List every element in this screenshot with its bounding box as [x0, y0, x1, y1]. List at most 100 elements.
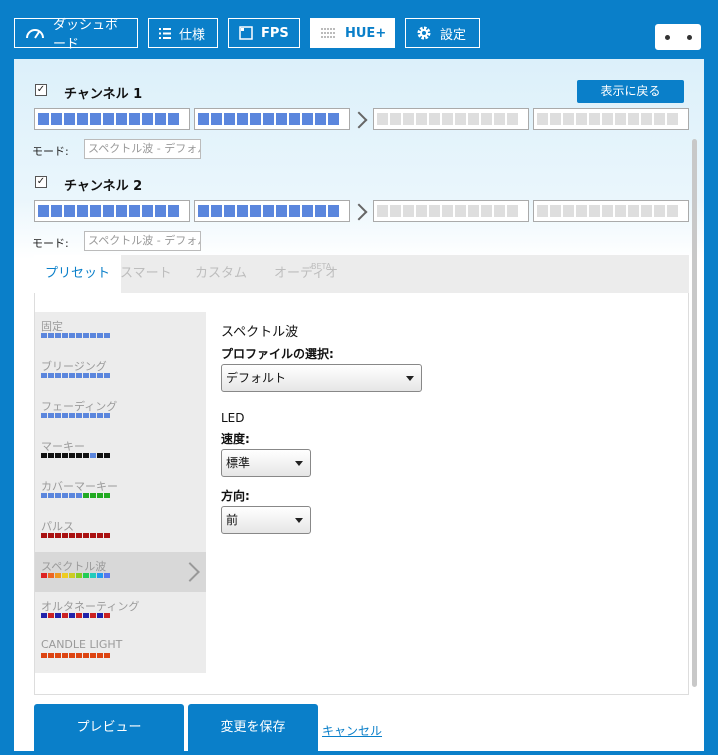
- color-swatch: [48, 653, 54, 658]
- color-swatch: [83, 333, 89, 338]
- channel-2-led-group-2[interactable]: [194, 200, 350, 222]
- preset-item[interactable]: カバーマーキー: [35, 472, 206, 512]
- direction-select-value: 前: [226, 513, 239, 527]
- channel-2-led-group-4[interactable]: [533, 200, 689, 222]
- channel-1-led-group-2[interactable]: [194, 108, 350, 130]
- color-swatch: [62, 613, 68, 618]
- color-swatch: [69, 453, 75, 458]
- color-swatch: [69, 653, 75, 658]
- channel-1-name: チャンネル 1: [64, 87, 143, 102]
- profile-select[interactable]: デフォルト: [221, 364, 422, 392]
- preset-label: 固定: [41, 320, 63, 333]
- color-swatch: [104, 453, 110, 458]
- speed-select-value: 標準: [226, 456, 251, 470]
- cancel-link[interactable]: キャンセル: [322, 722, 382, 739]
- channel-1-led-group-4[interactable]: [533, 108, 689, 130]
- preset-label: スペクトル波: [41, 560, 107, 573]
- color-swatch: [76, 453, 82, 458]
- channel-2-checkbox[interactable]: ✓: [35, 176, 47, 188]
- color-swatch: [62, 653, 68, 658]
- tab-smart[interactable]: スマート: [120, 255, 172, 293]
- preset-item[interactable]: オルタネーティング: [35, 592, 206, 632]
- color-swatch: [48, 573, 54, 578]
- color-swatch: [83, 533, 89, 538]
- tab-hue-label: HUE+: [345, 25, 387, 41]
- tab-fps[interactable]: FPS: [228, 18, 300, 48]
- preset-item[interactable]: ブリージング: [35, 352, 206, 392]
- tab-presets[interactable]: プリセット: [34, 255, 122, 293]
- color-swatch: [97, 333, 103, 338]
- color-swatch: [48, 533, 54, 538]
- color-swatch: [90, 373, 96, 378]
- speed-select[interactable]: 標準: [221, 449, 311, 477]
- color-swatch: [48, 613, 54, 618]
- save-changes-button[interactable]: 変更を保存: [188, 704, 318, 751]
- gauge-icon: [25, 27, 45, 39]
- preview-button[interactable]: プレビュー: [34, 704, 184, 751]
- color-swatch: [48, 493, 54, 498]
- preset-label: オルタネーティング: [41, 600, 140, 613]
- color-swatch: [104, 573, 110, 578]
- color-swatch: [55, 573, 61, 578]
- tab-fps-label: FPS: [261, 25, 289, 41]
- direction-select[interactable]: 前: [221, 506, 311, 534]
- color-swatch: [48, 373, 54, 378]
- color-swatch: [76, 653, 82, 658]
- color-swatch: [83, 453, 89, 458]
- preset-color-strip: [41, 453, 110, 458]
- preset-color-strip: [41, 493, 110, 498]
- channel-1-mode-field[interactable]: スペクトル波 - デフォルト: [84, 139, 201, 159]
- mode-tabs: プリセット スマート カスタム オーディオ BETA: [34, 255, 689, 293]
- channel-2-led-group-1[interactable]: [34, 200, 190, 222]
- panel-title: スペクトル波: [221, 325, 299, 340]
- color-swatch: [76, 493, 82, 498]
- color-swatch: [41, 413, 47, 418]
- color-swatch: [55, 333, 61, 338]
- scrollbar[interactable]: [692, 139, 697, 687]
- channel-2-mode-field[interactable]: スペクトル波 - デフォルト: [84, 231, 201, 251]
- list-icon: [159, 27, 171, 39]
- tab-custom[interactable]: カスタム: [195, 255, 247, 293]
- color-swatch: [104, 493, 110, 498]
- profile-label: プロファイルの選択:: [221, 347, 334, 361]
- color-swatch: [97, 373, 103, 378]
- preset-color-strip: [41, 653, 110, 658]
- preset-item[interactable]: パルス: [35, 512, 206, 552]
- dropdown-arrow-icon: [295, 461, 303, 466]
- color-swatch: [83, 413, 89, 418]
- tab-hue[interactable]: HUE+: [310, 18, 395, 48]
- preset-item[interactable]: フェーディング: [35, 392, 206, 432]
- gear-icon: [416, 25, 432, 41]
- color-swatch: [76, 333, 82, 338]
- color-swatch: [69, 613, 75, 618]
- channel-2-led-group-3[interactable]: [373, 200, 529, 222]
- channel-1-checkbox[interactable]: ✓: [35, 84, 47, 96]
- tab-settings[interactable]: 設定: [405, 18, 480, 48]
- preset-item[interactable]: 固定: [35, 312, 206, 352]
- channel-1-mode-label: モード:: [32, 145, 69, 158]
- color-swatch: [90, 493, 96, 498]
- color-swatch: [76, 533, 82, 538]
- color-swatch: [69, 413, 75, 418]
- top-navigation: ダッシュボード 仕様 FPS HUE+ 設定: [0, 0, 718, 58]
- color-swatch: [55, 533, 61, 538]
- preset-item[interactable]: マーキー: [35, 432, 206, 472]
- color-swatch: [97, 413, 103, 418]
- main-panel: ✓ チャンネル 1 表示に戻る モード: スペクトル波 - デフォルト ✓ チャ…: [14, 59, 704, 751]
- tab-dashboard[interactable]: ダッシュボード: [14, 18, 138, 52]
- color-swatch: [104, 533, 110, 538]
- device-icon[interactable]: [655, 24, 701, 50]
- color-swatch: [62, 533, 68, 538]
- color-swatch: [41, 333, 47, 338]
- channel-1-led-group-1[interactable]: [34, 108, 190, 130]
- preset-item[interactable]: スペクトル波: [35, 552, 206, 592]
- back-to-view-button[interactable]: 表示に戻る: [577, 80, 684, 103]
- preset-content: 固定 ブリージング フェーディング マーキー カバーマーキー パルス スペクトル波 オルタネー…: [34, 293, 689, 695]
- tab-audio[interactable]: オーディオ: [274, 255, 338, 293]
- color-swatch: [41, 653, 47, 658]
- channel-1-led-group-3[interactable]: [373, 108, 529, 130]
- tab-specs[interactable]: 仕様: [148, 18, 218, 48]
- preset-item[interactable]: CANDLE LIGHT: [35, 632, 206, 672]
- color-swatch: [48, 413, 54, 418]
- dropdown-arrow-icon: [295, 518, 303, 523]
